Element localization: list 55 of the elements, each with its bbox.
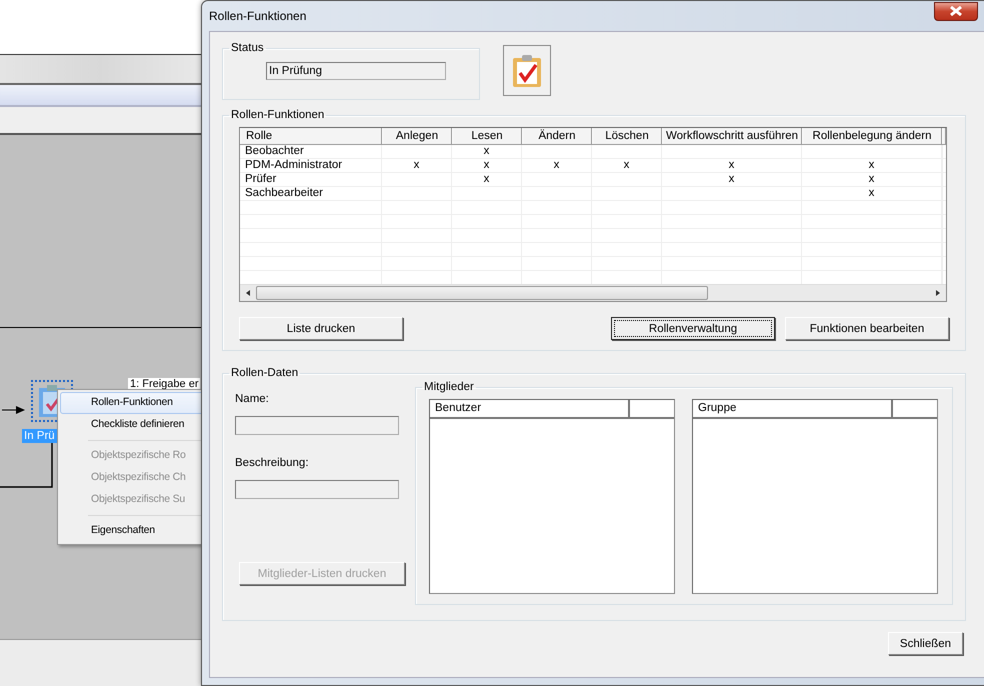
- table-cell: x: [484, 145, 490, 157]
- group-title: Status: [230, 42, 265, 54]
- connector-line: [0, 441, 56, 489]
- table-cell: x: [484, 159, 490, 171]
- node-caption: 1: Freigabe er: [128, 378, 200, 390]
- column-header[interactable]: Löschen: [592, 128, 662, 144]
- group-title: Rollen-Funktionen: [230, 109, 326, 121]
- group-title: Rollen-Daten: [230, 367, 300, 379]
- menu-item[interactable]: Rollen-Funktionen: [60, 392, 201, 414]
- close-dialog-button[interactable]: Schließen: [888, 632, 963, 655]
- column-header[interactable]: Ändern: [522, 128, 592, 144]
- menu-item[interactable]: Checkliste definieren: [60, 414, 201, 436]
- member-list[interactable]: Gruppe: [692, 399, 938, 594]
- clipboard-check-icon: [512, 54, 542, 88]
- menu-item[interactable]: Eigenschaften: [60, 520, 201, 542]
- table-cell: x: [728, 159, 734, 171]
- checklist-button[interactable]: [503, 45, 551, 96]
- horizontal-scrollbar[interactable]: [240, 284, 946, 301]
- dialog-button[interactable]: Liste drucken: [239, 317, 403, 340]
- scrollbar-thumb[interactable]: [256, 286, 708, 300]
- table-cell: x: [554, 159, 560, 171]
- close-icon: [949, 6, 963, 16]
- node-label: In Prü: [22, 429, 57, 443]
- field-label: Name:: [235, 393, 270, 407]
- dialog-button[interactable]: Funktionen bearbeiten: [785, 317, 949, 340]
- field-label: Beschreibung:: [235, 457, 310, 471]
- group-title: Mitglieder: [423, 381, 475, 393]
- table-cell: x: [484, 173, 490, 185]
- column-header[interactable]: Gruppe: [693, 400, 893, 417]
- table-cell: x: [868, 187, 874, 199]
- window-title: Rollen-Funktionen: [209, 9, 306, 23]
- column-header[interactable]: Workflowschritt ausführen: [662, 128, 802, 144]
- scroll-left-icon[interactable]: [244, 289, 252, 297]
- role-cell[interactable]: Beobachter: [245, 145, 304, 157]
- role-cell[interactable]: PDM-Administrator: [245, 159, 342, 171]
- table-cell: x: [868, 173, 874, 185]
- table-cell: x: [728, 173, 734, 185]
- column-header[interactable]: Benutzer: [430, 400, 630, 417]
- role-cell[interactable]: Prüfer: [245, 173, 276, 185]
- table-cell: x: [624, 159, 630, 171]
- column-header[interactable]: Rolle: [240, 128, 382, 144]
- column-header[interactable]: Rollenbelegung ändern: [802, 128, 942, 144]
- table-cell: x: [868, 159, 874, 171]
- status-field: In Prüfung: [266, 62, 446, 80]
- description-field[interactable]: [235, 480, 399, 499]
- close-button[interactable]: [934, 2, 978, 20]
- name-field[interactable]: [235, 416, 399, 435]
- member-list[interactable]: Benutzer: [429, 399, 675, 594]
- dialog-button[interactable]: Rollenverwaltung: [611, 317, 775, 340]
- scroll-right-icon[interactable]: [934, 289, 942, 297]
- column-header[interactable]: Lesen: [452, 128, 522, 144]
- table-cell: x: [414, 159, 420, 171]
- arrow-connector: [2, 405, 26, 415]
- column-header[interactable]: Anlegen: [382, 128, 452, 144]
- role-cell[interactable]: Sachbearbeiter: [245, 187, 323, 199]
